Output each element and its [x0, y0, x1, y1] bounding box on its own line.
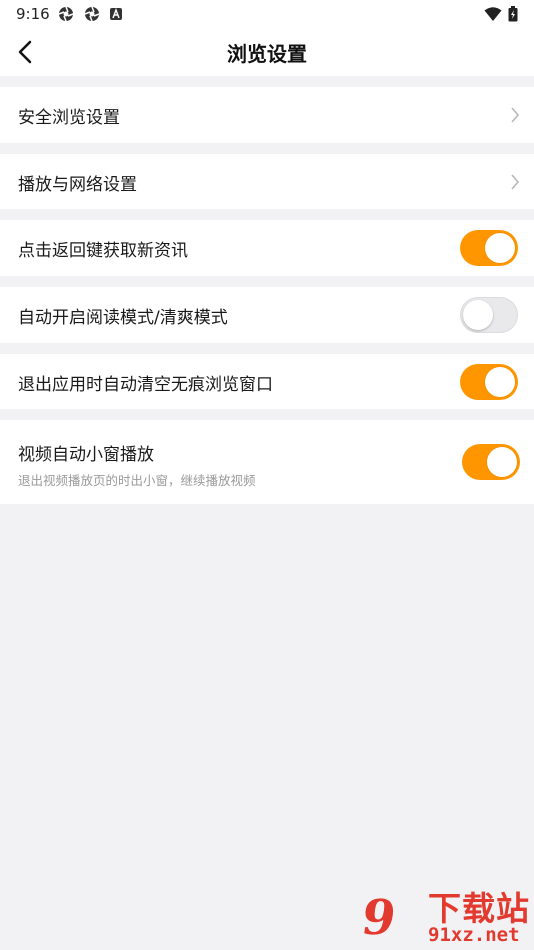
playback-network-settings-row[interactable]: 播放与网络设置: [0, 154, 534, 209]
status-bar: 9:16: [0, 0, 534, 28]
back-key-news-toggle[interactable]: [460, 230, 518, 266]
row-label: 视频自动小窗播放: [18, 445, 154, 465]
wifi-icon: [484, 7, 502, 21]
watermark-text: 下载站: [428, 889, 530, 928]
reading-mode-toggle[interactable]: [460, 297, 518, 333]
status-time: 9:16: [16, 5, 50, 23]
row-label: 自动开启阅读模式/清爽模式: [18, 308, 228, 328]
chevron-right-icon: [511, 174, 520, 190]
toggle-knob: [485, 233, 515, 263]
font-notification-icon: [110, 8, 122, 20]
app-notification-icon: [84, 6, 100, 22]
watermark-logo-mark: 9: [358, 890, 400, 946]
safe-browsing-settings-row[interactable]: 安全浏览设置: [0, 87, 534, 143]
back-key-news-row: 点击返回键获取新资讯: [0, 220, 534, 276]
row-subtitle: 退出视频播放页的时出小窗，继续播放视频: [18, 473, 256, 488]
row-label: 播放与网络设置: [18, 175, 137, 195]
row-label: 安全浏览设置: [18, 108, 120, 128]
watermark-url: 91xz.net: [428, 924, 520, 946]
page-title: 浏览设置: [227, 42, 307, 66]
app-notification-icon: [58, 6, 74, 22]
clear-incognito-toggle[interactable]: [460, 364, 518, 400]
row-label: 退出应用时自动清空无痕浏览窗口: [18, 375, 273, 395]
toggle-knob: [463, 300, 493, 330]
header: 浏览设置: [0, 28, 534, 76]
battery-icon: [508, 6, 518, 22]
clear-incognito-row: 退出应用时自动清空无痕浏览窗口: [0, 354, 534, 409]
row-label: 点击返回键获取新资讯: [18, 241, 188, 261]
reading-mode-row: 自动开启阅读模式/清爽模式: [0, 287, 534, 343]
video-pip-row: 视频自动小窗播放 退出视频播放页的时出小窗，继续播放视频: [0, 420, 534, 504]
toggle-knob: [487, 447, 517, 477]
watermark-logo: 9 下载站 91xz.net: [358, 880, 534, 950]
chevron-right-icon: [511, 107, 520, 123]
video-pip-toggle[interactable]: [462, 444, 520, 480]
toggle-knob: [485, 367, 515, 397]
